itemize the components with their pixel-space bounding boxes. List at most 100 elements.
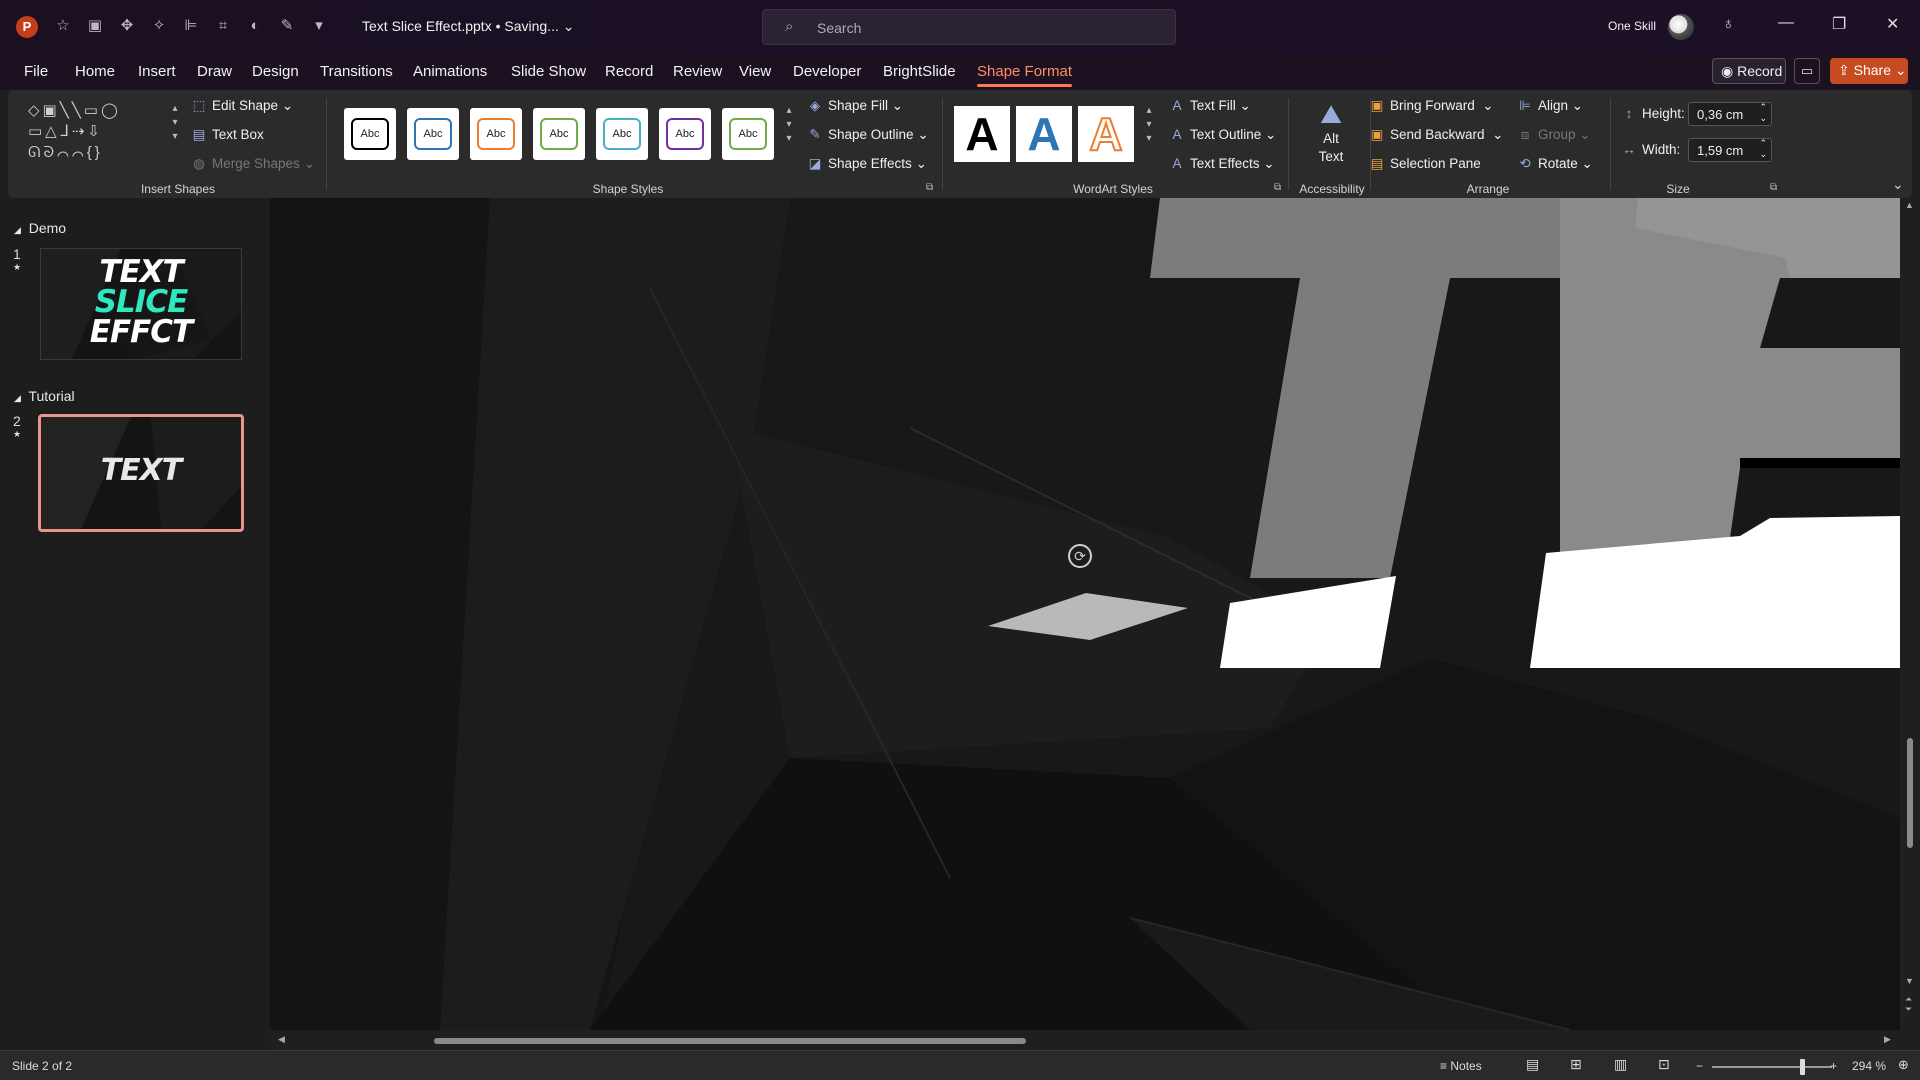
vertical-scrollbar[interactable]: ▲ ▼ ⏶ ⏷ [1900, 198, 1920, 1030]
dialog-launcher-icon[interactable]: ⧉ [1274, 182, 1281, 193]
merge-shapes-button[interactable]: ◍ Merge Shapes ⌄ [190, 156, 315, 172]
tab-animations[interactable]: Animations [413, 63, 487, 80]
close-icon[interactable]: ✕ [1886, 14, 1899, 34]
prev-next-slide-icon[interactable]: ⏶ ⏷ [1905, 994, 1912, 1014]
share-button[interactable]: ⇪ Share ⌄ [1830, 58, 1908, 84]
rotate-handle-icon[interactable]: ⟳ [1068, 544, 1092, 568]
vertical-scroll-thumb[interactable] [1907, 738, 1913, 848]
rotate-button[interactable]: ⟲ Rotate ⌄ [1516, 156, 1593, 172]
tab-slide-show[interactable]: Slide Show [511, 63, 586, 80]
wordart-style-black[interactable]: A [954, 106, 1010, 162]
text-effects-button[interactable]: A Text Effects ⌄ [1168, 156, 1274, 172]
autosave-icon[interactable]: ☆ [52, 15, 74, 37]
scroll-right-icon[interactable]: ▶ [1884, 1034, 1891, 1045]
crop-icon[interactable]: ⌗ [212, 15, 234, 37]
text-fill-button[interactable]: A Text Fill ⌄ [1168, 98, 1250, 114]
zoom-slider[interactable] [1712, 1066, 1832, 1068]
selection-pane-button[interactable]: ▤ Selection Pane [1368, 156, 1481, 172]
tab-record[interactable]: Record [605, 63, 653, 80]
shape-style-3[interactable]: Abc [470, 108, 522, 160]
tab-design[interactable]: Design [252, 63, 299, 80]
edit-shape-button[interactable]: ⬚ Edit Shape ⌄ [190, 98, 294, 114]
shape-style-6[interactable]: Abc [659, 108, 711, 160]
horizontal-scrollbar[interactable]: ◀ ▶ [270, 1030, 1900, 1050]
tab-developer[interactable]: Developer [793, 63, 861, 80]
align-icon[interactable]: ⊫ [180, 15, 202, 37]
horizontal-scroll-thumb[interactable] [434, 1038, 1026, 1044]
send-backward-button[interactable]: ▣ Send Backward ⌄ [1368, 127, 1504, 143]
tab-home[interactable]: Home [75, 63, 115, 80]
slide-sorter-icon[interactable]: ⊞ [1570, 1056, 1582, 1073]
text-box-button[interactable]: ▤ Text Box [190, 127, 264, 143]
tab-review[interactable]: Review [673, 63, 722, 80]
slide-canvas[interactable]: ⟳ [270, 198, 1900, 1030]
group-button[interactable]: ⧈ Group ⌄ [1516, 127, 1591, 143]
shape-style-5[interactable]: Abc [596, 108, 648, 160]
search-placeholder: Search [817, 20, 862, 36]
zoom-slider-thumb[interactable] [1800, 1059, 1805, 1075]
shape-fill-button[interactable]: ◈ Shape Fill ⌄ [806, 98, 903, 114]
shape-effects-button[interactable]: ◪ Shape Effects ⌄ [806, 156, 927, 172]
collapse-ribbon-icon[interactable]: ⌄ [1892, 176, 1904, 193]
notes-button[interactable]: ≡ Notes [1440, 1059, 1482, 1073]
wordart-scroll[interactable]: ▴ ▾ ▾ [1142, 104, 1156, 146]
search-box[interactable]: ⌕ Search [762, 9, 1176, 45]
pen-icon[interactable]: ✎ [276, 15, 298, 37]
width-spinner-icon[interactable]: ⌃ ⌄ [1759, 138, 1767, 160]
tab-transitions[interactable]: Transitions [320, 63, 393, 80]
tab-brightslide[interactable]: BrightSlide [883, 63, 956, 80]
shape-style-4[interactable]: Abc [533, 108, 585, 160]
user-name[interactable]: One Skill [1608, 19, 1656, 33]
zoom-in-icon[interactable]: + [1830, 1059, 1837, 1073]
wordart-style-blue[interactable]: A [1016, 106, 1072, 162]
shape-outline-button[interactable]: ✎ Shape Outline ⌄ [806, 127, 928, 143]
text-outline-button[interactable]: A Text Outline ⌄ [1168, 127, 1276, 143]
bring-forward-button[interactable]: ▣ Bring Forward ⌄ [1368, 98, 1494, 114]
tab-view[interactable]: View [739, 63, 771, 80]
height-input[interactable]: 0,36 cm ⌃ ⌄ [1688, 102, 1772, 126]
comments-button[interactable]: ▭ [1794, 58, 1820, 84]
reading-view-icon[interactable]: ▥ [1614, 1056, 1627, 1073]
tab-shape-format[interactable]: Shape Format [977, 63, 1073, 87]
record-button[interactable]: ◉ Record [1712, 58, 1786, 84]
shapes-gallery-scroll[interactable]: ▴ ▾ ▾ [168, 102, 182, 144]
dialog-launcher-icon[interactable]: ⧉ [926, 182, 933, 193]
zoom-out-icon[interactable]: − [1696, 1059, 1703, 1073]
slide-thumbnail-2-selected[interactable]: TEXT [38, 414, 244, 532]
section-tutorial[interactable]: ◢ Tutorial [14, 388, 75, 404]
shape-styles-scroll[interactable]: ▴ ▾ ▾ [782, 104, 796, 146]
shape-icon[interactable]: ✧ [148, 15, 170, 37]
section-demo[interactable]: ◢ Demo [14, 220, 66, 236]
slide-thumbnail-1[interactable]: TEXT SLICE EFFCT [40, 248, 242, 360]
wordart-style-orange[interactable]: A [1078, 106, 1134, 162]
width-input[interactable]: 1,59 cm ⌃ ⌄ [1688, 138, 1772, 162]
align-button[interactable]: ⊫ Align ⌄ [1516, 98, 1583, 114]
alt-text-button[interactable]: ⛰ Alt Text [1298, 98, 1364, 166]
shape-style-2[interactable]: Abc [407, 108, 459, 160]
height-spinner-icon[interactable]: ⌃ ⌄ [1759, 102, 1767, 124]
minimize-icon[interactable]: — [1778, 14, 1794, 32]
customize-icon[interactable]: ▾ [308, 15, 330, 37]
fit-to-window-icon[interactable]: ⊕ [1898, 1057, 1909, 1073]
tab-file[interactable]: File [24, 63, 48, 80]
image-icon[interactable]: ▣ [84, 15, 106, 37]
dialog-launcher-icon[interactable]: ⧉ [1770, 182, 1777, 193]
scroll-up-icon[interactable]: ▲ [1905, 200, 1914, 210]
avatar[interactable] [1668, 14, 1694, 40]
tab-insert[interactable]: Insert [138, 63, 176, 80]
restore-icon[interactable]: ❐ [1832, 14, 1846, 34]
shapes-gallery[interactable]: ◇▣╲╲▭◯ ▭△ᒧ⇢⇩ ᘏᘐ⌒⌒{} [28, 100, 164, 164]
lightbulb-icon[interactable]: ♁ [1722, 14, 1735, 34]
normal-view-icon[interactable]: ▤ [1526, 1056, 1539, 1073]
scroll-left-icon[interactable]: ◀ [278, 1034, 285, 1045]
scroll-down-icon[interactable]: ▼ [1905, 976, 1914, 986]
document-title[interactable]: Text Slice Effect.pptx • Saving... ⌄ [362, 18, 574, 35]
zoom-level[interactable]: 294 % [1852, 1059, 1886, 1073]
chevron-down-icon: ⌄ [562, 18, 575, 34]
shape-style-1[interactable]: Abc [344, 108, 396, 160]
slideshow-icon[interactable]: ⊡ [1658, 1056, 1670, 1073]
shape-style-7[interactable]: Abc [722, 108, 774, 160]
tab-draw[interactable]: Draw [197, 63, 232, 80]
fill-icon[interactable]: ◐ [244, 15, 266, 37]
move-icon[interactable]: ✥ [116, 15, 138, 37]
